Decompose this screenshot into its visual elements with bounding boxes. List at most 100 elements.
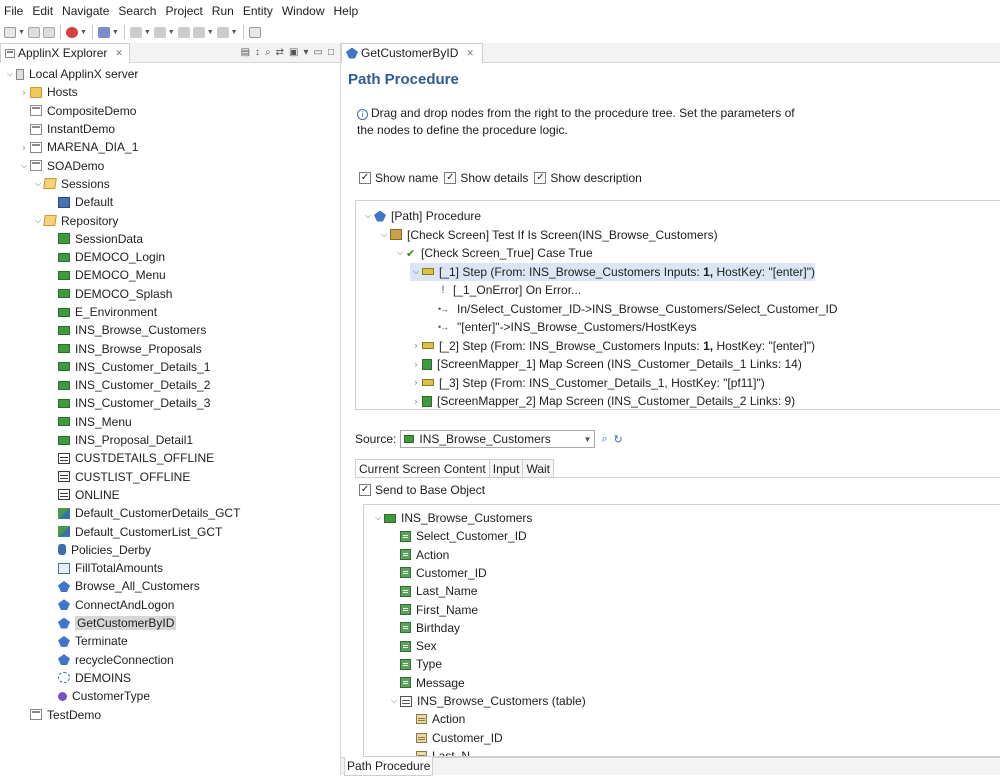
close-icon[interactable]: ✕ [466, 48, 474, 59]
dropdown-arrow-icon[interactable]: ▼ [80, 29, 87, 36]
tree-item[interactable]: INS_Customer_Details_1 [0, 358, 340, 376]
screen-tree-item[interactable]: Customer_ID [388, 564, 487, 582]
tree-item[interactable]: ⌵ Repository [0, 211, 340, 229]
source-select[interactable]: INS_Browse_Customers ▼ [400, 430, 596, 448]
save-all-icon[interactable] [42, 26, 55, 38]
next-annotation-icon[interactable] [129, 26, 142, 38]
show-details-checkbox[interactable]: ✓ [444, 172, 457, 184]
tree-item[interactable]: FillTotalAmounts [0, 559, 340, 577]
tree-item[interactable]: INS_Browse_Proposals [0, 339, 340, 357]
tree-item[interactable]: › Hosts [0, 83, 340, 101]
chevron-down-icon[interactable]: ▼ [583, 435, 591, 444]
collapse-all-icon[interactable]: ▤ [241, 47, 250, 58]
tree-item[interactable]: ⌵ SOADemo [0, 156, 340, 174]
expand-chevron-icon[interactable]: ⌵ [32, 179, 44, 189]
show-description-option[interactable]: ✓ Show description [534, 171, 642, 185]
tree-item[interactable]: INS_Customer_Details_2 [0, 376, 340, 394]
screen-tree-item[interactable]: Last_Name [388, 582, 477, 600]
explorer-tab[interactable]: ApplinX Explorer ✕ [0, 42, 130, 63]
menu-entity[interactable]: Entity [243, 4, 273, 18]
procedure-node[interactable]: ⌵ [Check Screen] Test If Is Screen(INS_Br… [378, 226, 718, 244]
close-icon[interactable]: ✕ [115, 48, 123, 59]
tree-item[interactable]: CustomerType [0, 687, 340, 705]
tree-item[interactable]: ⌵ Local ApplinX server [0, 65, 340, 83]
procedure-node[interactable]: ⌵ ✔ [Check Screen_True] Case True [394, 244, 593, 262]
screen-tree-item[interactable]: ⌵ INS_Browse_Customers (table) [388, 692, 586, 710]
tab-current-screen-content[interactable]: Current Screen Content [355, 459, 490, 478]
tree-item[interactable]: SessionData [0, 230, 340, 248]
screen-tree-item[interactable]: Type [388, 655, 442, 673]
tree-item[interactable]: Browse_All_Customers [0, 577, 340, 595]
tree-item[interactable]: Default [0, 193, 340, 211]
expand-chevron-icon[interactable]: ⌵ [362, 211, 374, 221]
tree-item[interactable]: E_Environment [0, 303, 340, 321]
tree-item[interactable]: ConnectAndLogon [0, 596, 340, 614]
last-edit-icon[interactable] [177, 26, 190, 38]
procedure-node[interactable]: ⌵ [Path] Procedure [362, 207, 481, 225]
procedure-node[interactable]: •→ "[enter]"->INS_Browse_Customers/HostKe… [426, 318, 697, 336]
tree-item[interactable]: recycleConnection [0, 651, 340, 669]
menu-search[interactable]: Search [118, 4, 156, 18]
tree-item[interactable]: CUSTDETAILS_OFFLINE [0, 449, 340, 467]
tree-item[interactable]: INS_Browse_Customers [0, 321, 340, 339]
screen-tree-item[interactable]: Customer_ID [404, 729, 503, 747]
tree-item[interactable]: ⌵ Sessions [0, 175, 340, 193]
show-name-option[interactable]: ✓ Show name [359, 171, 438, 185]
tree-item[interactable]: DEMOCO_Login [0, 248, 340, 266]
prev-annotation-icon[interactable] [153, 26, 166, 38]
menu-navigate[interactable]: Navigate [62, 4, 109, 18]
send-to-base-option[interactable]: ✓ Send to Base Object [359, 483, 485, 497]
screen-tree-item[interactable]: Message [388, 674, 465, 692]
collapse-chevron-icon[interactable]: › [18, 143, 30, 152]
tree-item[interactable]: DEMOINS [0, 669, 340, 687]
tree-item[interactable]: CompositeDemo [0, 102, 340, 120]
show-description-checkbox[interactable]: ✓ [534, 172, 547, 184]
pin-icon[interactable] [97, 26, 110, 38]
tree-item[interactable]: GetCustomerByID [0, 614, 340, 632]
collapse-chevron-icon[interactable]: › [410, 360, 422, 369]
collapse-chevron-icon[interactable]: › [410, 397, 422, 406]
save-icon[interactable] [27, 26, 40, 38]
search-icon[interactable]: ⌕ [601, 433, 607, 446]
collapse-chevron-icon[interactable]: › [410, 341, 422, 350]
tree-item[interactable]: INS_Menu [0, 413, 340, 431]
procedure-node[interactable]: › [_3] Step (From: INS_Customer_Details_1… [410, 374, 765, 392]
tree-item[interactable]: DEMOCO_Menu [0, 266, 340, 284]
search-icon[interactable]: ⌕ [265, 47, 271, 58]
link-with-editor-icon[interactable]: ⇄ [276, 47, 284, 58]
tab-path-procedure[interactable]: Path Procedure [344, 757, 434, 776]
expand-chevron-icon[interactable]: ⌵ [372, 513, 384, 523]
tree-item[interactable]: Terminate [0, 632, 340, 650]
tab-input[interactable]: Input [488, 459, 524, 478]
expand-chevron-icon[interactable]: ⌵ [32, 216, 44, 226]
expand-chevron-icon[interactable]: ⌵ [394, 248, 406, 258]
tree-item[interactable]: DEMOCO_Splash [0, 285, 340, 303]
send-to-base-checkbox[interactable]: ✓ [359, 484, 371, 496]
tree-item[interactable]: ONLINE [0, 486, 340, 504]
procedure-node[interactable]: › [ScreenMapper_1] Map Screen (INS_Custom… [410, 355, 802, 373]
dropdown-arrow-icon[interactable]: ▼ [231, 29, 238, 36]
show-details-option[interactable]: ✓ Show details [444, 171, 528, 185]
dropdown-arrow-icon[interactable]: ▼ [18, 29, 25, 36]
expand-chevron-icon[interactable]: ⌵ [378, 230, 390, 240]
screen-tree-item[interactable]: Birthday [388, 619, 460, 637]
dropdown-arrow-icon[interactable]: ▼ [168, 29, 175, 36]
screen-tree-item[interactable]: Action [404, 710, 465, 728]
menu-file[interactable]: File [4, 4, 23, 18]
expand-icon[interactable]: ↕ [255, 47, 260, 58]
view-menu-icon[interactable]: ▾ [303, 47, 308, 58]
expand-chevron-icon[interactable]: ⌵ [4, 69, 16, 79]
expand-chevron-icon[interactable]: ⌵ [410, 267, 422, 277]
new-icon[interactable] [4, 26, 16, 38]
menu-edit[interactable]: Edit [32, 4, 53, 18]
tree-item[interactable]: › MARENA_DIA_1 [0, 138, 340, 156]
minimize-icon[interactable]: ▭ [314, 47, 323, 58]
procedure-node[interactable]: ! [_1_OnError] On Error... [426, 281, 581, 299]
procedure-node[interactable]: ⌵ [_1] Step (From: INS_Browse_Customers I… [410, 262, 816, 281]
dropdown-arrow-icon[interactable]: ▼ [207, 29, 214, 36]
menu-run[interactable]: Run [212, 4, 234, 18]
screen-tree-item[interactable]: Sex [388, 637, 437, 655]
expand-chevron-icon[interactable]: ⌵ [388, 696, 400, 706]
tree-item[interactable]: Policies_Derby [0, 541, 340, 559]
tree-item[interactable]: INS_Customer_Details_3 [0, 394, 340, 412]
